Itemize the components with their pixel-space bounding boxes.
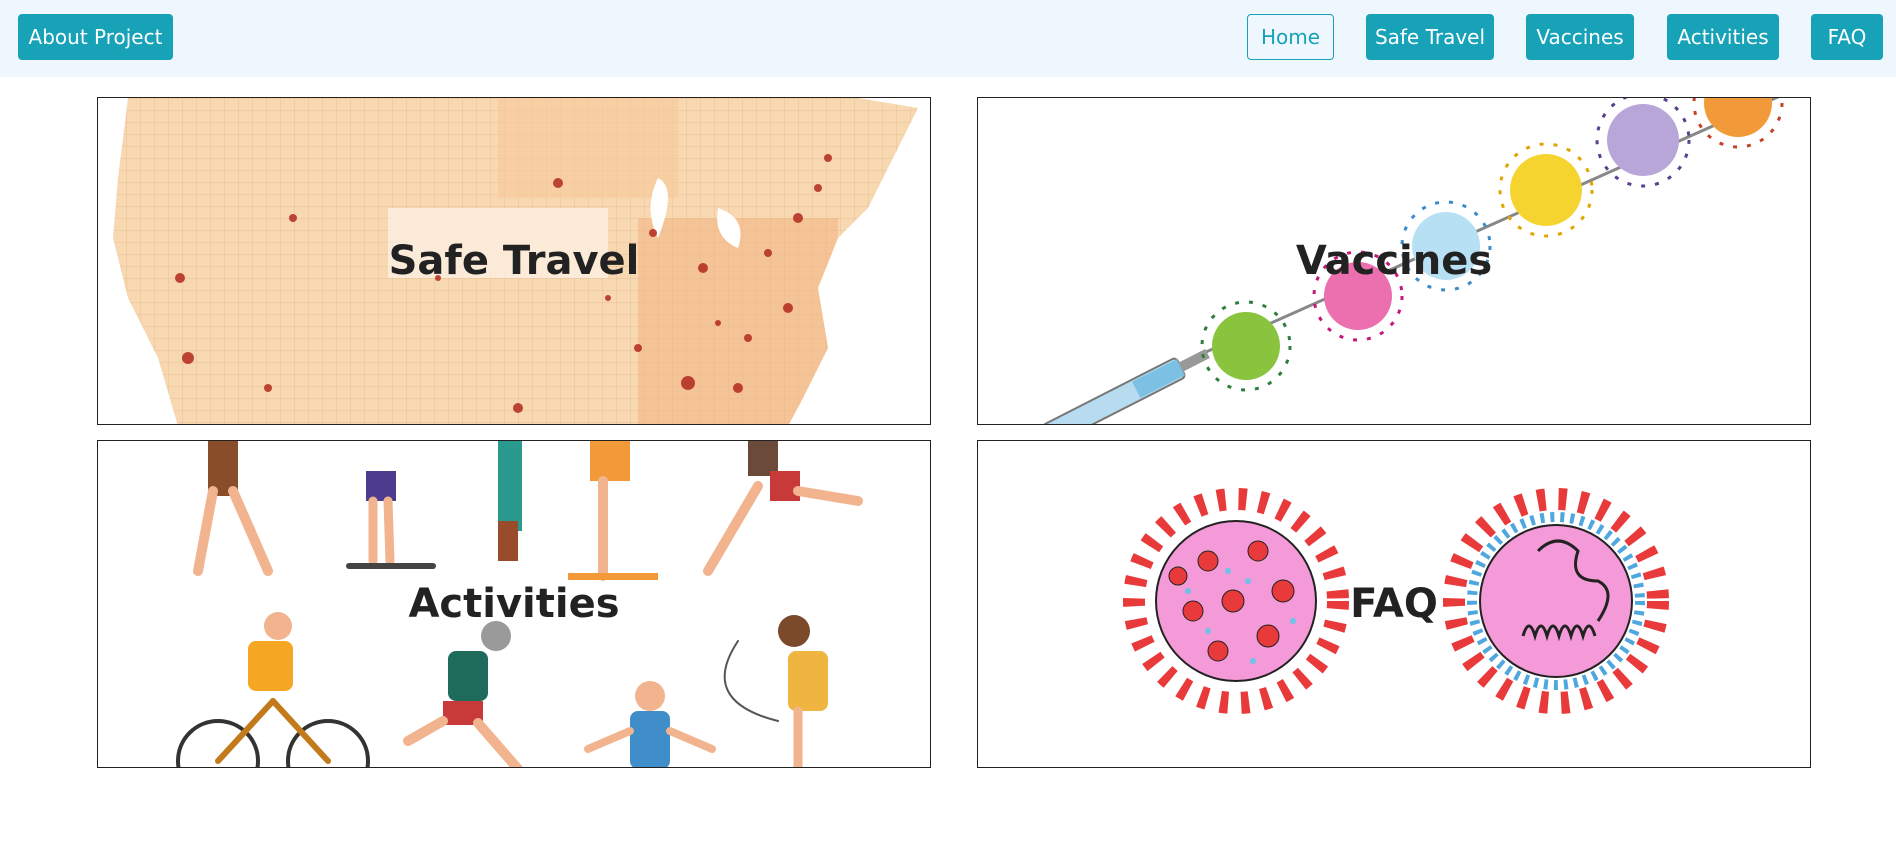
faq-nav-button[interactable]: FAQ <box>1811 14 1883 60</box>
faq-card[interactable]: FAQ <box>977 440 1811 768</box>
coronavirus-illustration-image <box>1123 488 1669 714</box>
people-exercising-image <box>176 441 863 767</box>
us-county-map-image <box>113 98 918 424</box>
syringe-with-viruses-image <box>1042 98 1784 424</box>
vaccines-card[interactable]: Vaccines <box>977 97 1811 425</box>
about-project-button[interactable]: About Project <box>18 14 173 60</box>
safe-travel-card[interactable]: Safe Travel <box>97 97 931 425</box>
activities-nav-button[interactable]: Activities <box>1667 14 1779 60</box>
safe-travel-nav-button[interactable]: Safe Travel <box>1366 14 1494 60</box>
activities-card[interactable]: Activities <box>97 440 931 768</box>
navbar: About Project Home Safe Travel Vaccines … <box>0 0 1896 77</box>
vaccines-nav-button[interactable]: Vaccines <box>1526 14 1634 60</box>
home-button[interactable]: Home <box>1247 14 1334 60</box>
